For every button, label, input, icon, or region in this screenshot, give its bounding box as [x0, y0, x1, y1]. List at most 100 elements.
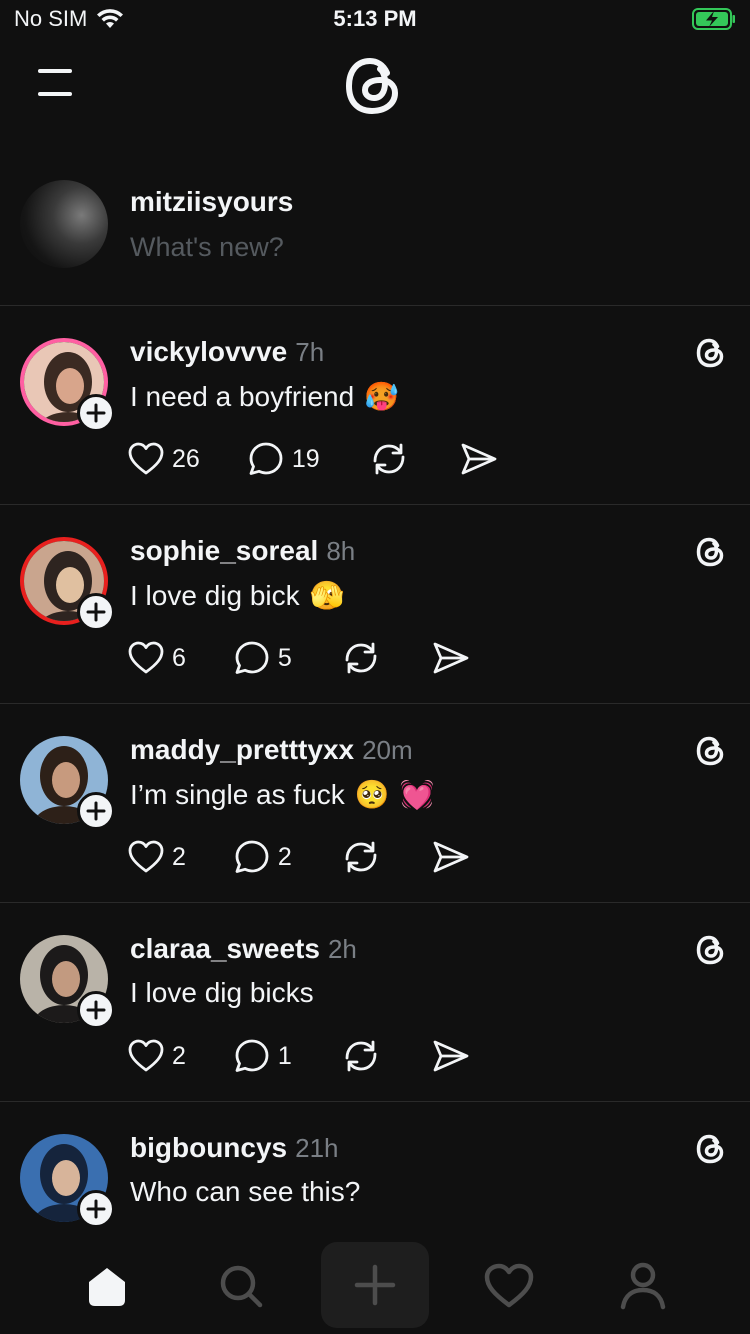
composer-username: mitziisyours [130, 186, 294, 217]
like-heart-icon [128, 641, 164, 674]
post-emoji: 💓 [399, 779, 435, 810]
new-post-composer[interactable]: mitziisyours What's new? [0, 178, 750, 306]
reply-count: 2 [277, 842, 292, 871]
repost-button[interactable] [342, 640, 380, 676]
threads-source-badge[interactable] [694, 535, 728, 569]
reply-button[interactable]: 2 [234, 839, 292, 875]
reply-button[interactable]: 1 [234, 1038, 292, 1074]
post-avatar[interactable] [20, 537, 115, 631]
top-bar [0, 40, 750, 140]
like-heart-icon [128, 840, 164, 873]
share-send-icon [433, 642, 469, 674]
like-button[interactable]: 26 [128, 442, 200, 476]
threads-source-badge[interactable] [694, 734, 728, 768]
post-time: 8h [326, 536, 356, 566]
repost-button[interactable] [370, 441, 408, 477]
like-button[interactable]: 2 [128, 1039, 186, 1073]
post-text: I’m single as fuck [130, 778, 345, 810]
post-username[interactable]: maddy_pretttyxx [130, 734, 354, 766]
post-header: bigbouncys 21h [130, 1132, 339, 1164]
post-username[interactable]: sophie_soreal [130, 535, 318, 567]
tab-home[interactable] [62, 1246, 152, 1326]
post-time: 7h [295, 337, 325, 367]
threads-badge-icon [696, 1134, 724, 1164]
share-send-icon [461, 443, 497, 475]
menu-button[interactable] [34, 66, 78, 100]
like-button[interactable]: 2 [128, 840, 186, 874]
threads-badge-icon [696, 935, 724, 965]
post-actions: 26 19 [128, 442, 498, 476]
repost-button[interactable] [342, 1038, 380, 1074]
follow-button[interactable] [77, 1190, 115, 1228]
feed-post[interactable]: vickylovvve 7h I need a boyfriend 🥵 26 19 [0, 306, 750, 505]
search-icon [220, 1265, 263, 1308]
post-emoji: 🫣 [309, 580, 345, 611]
post-username[interactable]: vickylovvve [130, 336, 287, 368]
post-actions: 6 5 [128, 641, 470, 675]
reply-bubble-icon [235, 840, 269, 873]
repost-button[interactable] [342, 839, 380, 875]
follow-button[interactable] [77, 593, 115, 631]
menu-line [38, 69, 72, 73]
post-username[interactable]: claraa_sweets [130, 933, 320, 965]
share-button[interactable] [460, 442, 498, 476]
share-button[interactable] [432, 641, 470, 675]
like-count: 2 [172, 842, 186, 871]
tab-activity[interactable] [464, 1246, 554, 1326]
follow-plus-icon [86, 1000, 106, 1020]
reply-button[interactable]: 19 [248, 441, 320, 477]
self-avatar[interactable] [20, 180, 108, 268]
like-count: 26 [172, 444, 200, 473]
follow-button[interactable] [77, 394, 115, 432]
follow-button[interactable] [77, 792, 115, 830]
composer-input[interactable]: What's new? [130, 232, 284, 263]
post-body: I’m single as fuck 🥺 💓 [130, 778, 435, 811]
post-avatar[interactable] [20, 736, 115, 830]
post-avatar[interactable] [20, 1134, 115, 1228]
post-body: I love dig bick 🫣 [130, 579, 345, 612]
repost-icon [373, 443, 405, 475]
reply-bubble-icon [235, 1039, 269, 1072]
post-body: I love dig bicks [130, 977, 314, 1009]
post-text: Who can see this? [130, 1176, 361, 1207]
reply-bubble-icon [235, 641, 269, 674]
reply-bubble-icon [249, 442, 283, 475]
reply-count: 5 [277, 643, 292, 672]
threads-logo-icon[interactable] [340, 52, 408, 120]
share-send-icon [433, 841, 469, 873]
share-button[interactable] [432, 840, 470, 874]
post-text: I need a boyfriend [130, 380, 355, 412]
post-header: claraa_sweets 2h [130, 933, 357, 965]
post-actions: 2 2 [128, 840, 470, 874]
repost-icon [345, 841, 377, 873]
feed-post[interactable]: maddy_pretttyxx 20m I’m single as fuck 🥺 💓… [0, 704, 750, 903]
activity-heart-icon [484, 1263, 534, 1308]
like-heart-icon [128, 1039, 164, 1072]
follow-plus-icon [86, 1199, 106, 1219]
threads-badge-icon [696, 537, 724, 567]
feed-post[interactable]: sophie_soreal 8h I love dig bick 🫣 6 5 [0, 505, 750, 704]
feed-post[interactable]: claraa_sweets 2h I love dig bicks 2 1 [0, 903, 750, 1102]
reply-button[interactable]: 5 [234, 640, 292, 676]
tab-create[interactable] [321, 1242, 429, 1328]
threads-source-badge[interactable] [694, 336, 728, 370]
threads-badge-icon [696, 338, 724, 368]
tab-search[interactable] [196, 1246, 286, 1326]
threads-source-badge[interactable] [694, 933, 728, 967]
threads-source-badge[interactable] [694, 1132, 728, 1166]
post-avatar[interactable] [20, 935, 115, 1029]
like-count: 6 [172, 643, 186, 672]
profile-icon [620, 1262, 666, 1310]
post-avatar[interactable] [20, 338, 115, 432]
share-button[interactable] [432, 1039, 470, 1073]
like-button[interactable]: 6 [128, 641, 186, 675]
post-actions: 2 1 [128, 1039, 470, 1073]
post-emoji: 🥵 [364, 381, 400, 412]
tab-profile[interactable] [598, 1246, 688, 1326]
create-icon [354, 1264, 396, 1306]
reply-count: 1 [277, 1041, 292, 1070]
post-header: maddy_pretttyxx 20m [130, 734, 413, 766]
follow-button[interactable] [77, 991, 115, 1029]
post-username[interactable]: bigbouncys [130, 1132, 287, 1164]
post-body: Who can see this? [130, 1176, 360, 1208]
